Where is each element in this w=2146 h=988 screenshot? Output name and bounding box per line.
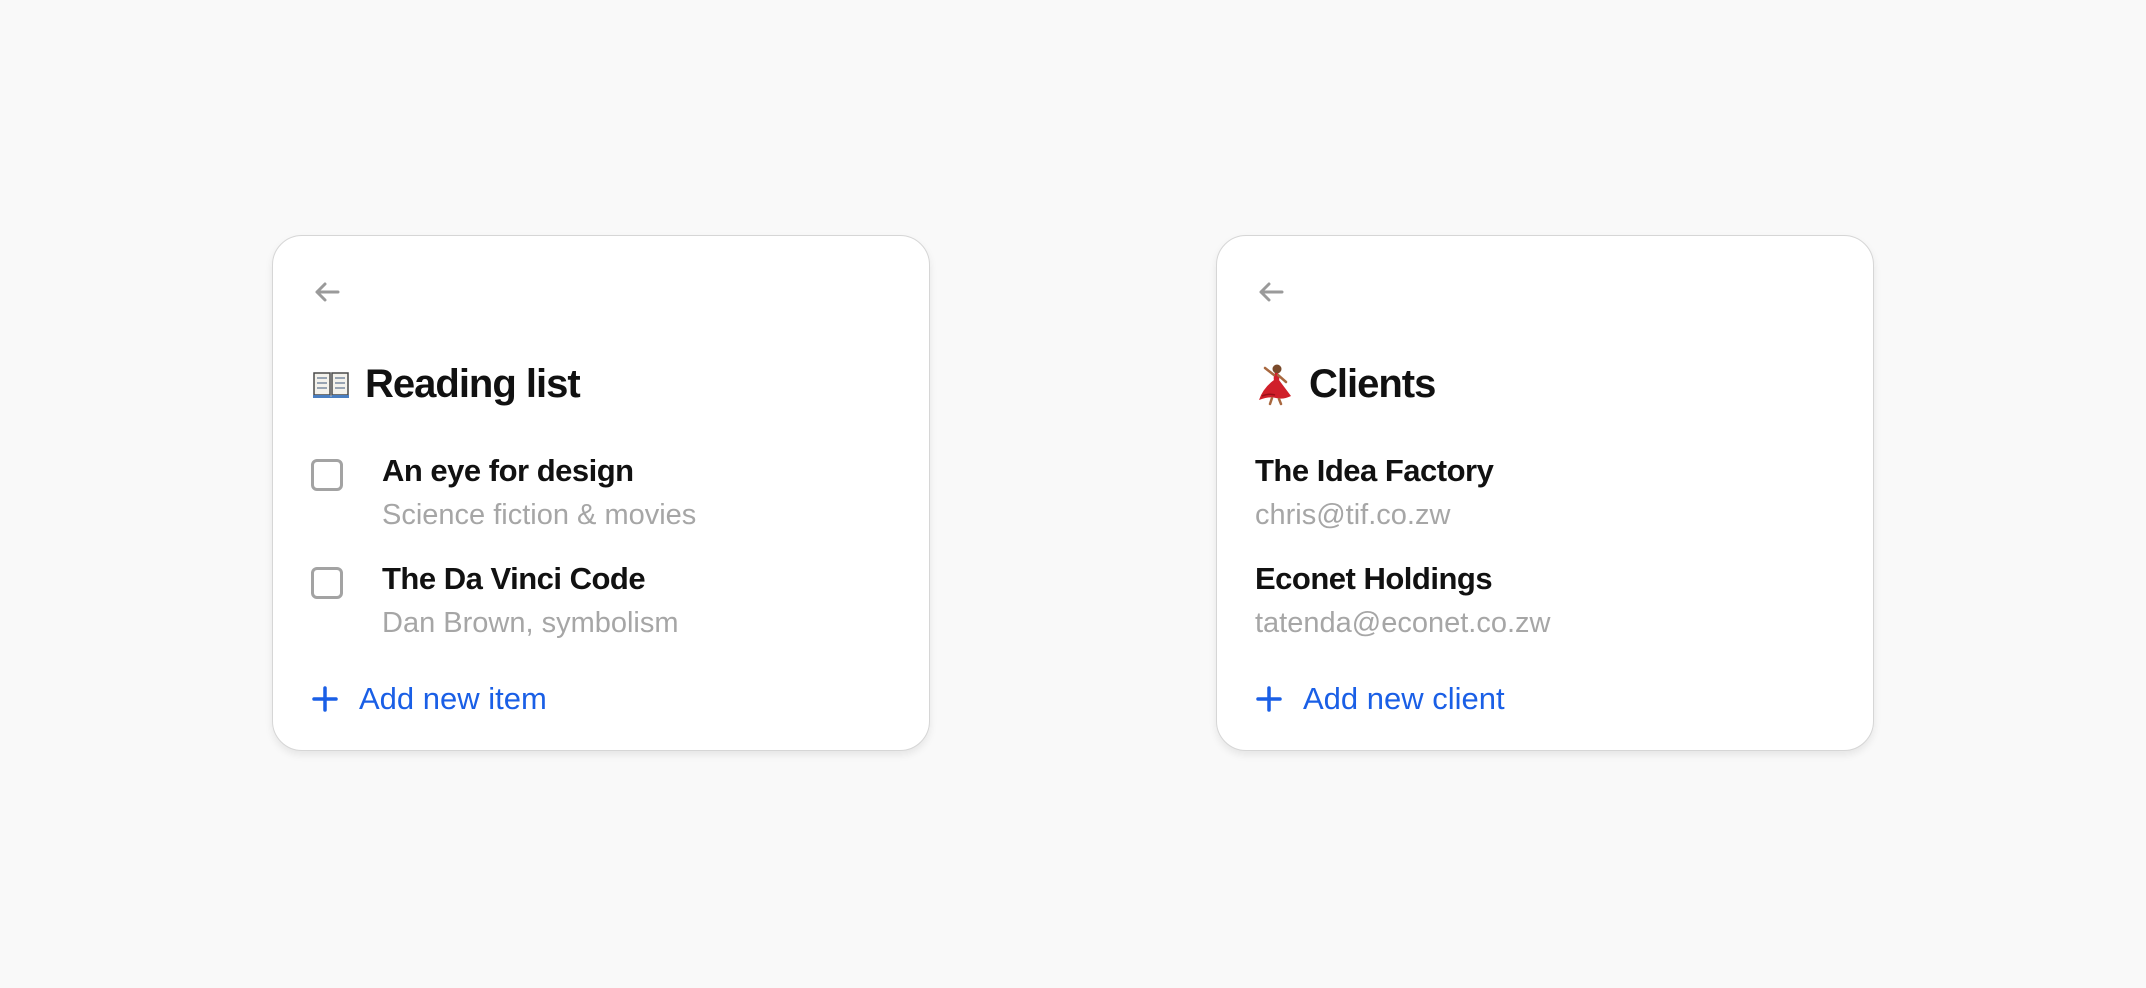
item-title: The Da Vinci Code xyxy=(382,561,646,596)
clients-card: Clients The Idea Factory chris@tif.co.zw… xyxy=(1216,235,1874,751)
plus-icon xyxy=(312,686,338,712)
item-checkbox[interactable] xyxy=(311,459,343,491)
item-title: An eye for design xyxy=(382,453,634,488)
back-arrow-icon[interactable] xyxy=(311,276,343,308)
client-name: The Idea Factory xyxy=(1255,453,1494,488)
add-client-label: Add new client xyxy=(1303,681,1505,716)
clients-header: Clients xyxy=(1255,354,1436,414)
client-name: Econet Holdings xyxy=(1255,561,1493,596)
item-subtitle: Dan Brown, symbolism xyxy=(382,607,679,639)
reading-list-header: Reading list xyxy=(311,354,581,414)
open-book-icon xyxy=(313,372,349,398)
reading-list-card: Reading list An eye for design Science f… xyxy=(272,235,930,751)
client-item: Econet Holdings tatenda@econet.co.zw xyxy=(1255,551,1835,641)
list-item: An eye for design Science fiction & movi… xyxy=(311,443,891,533)
back-arrow-icon[interactable] xyxy=(1255,276,1287,308)
plus-icon xyxy=(1256,686,1282,712)
client-email: chris@tif.co.zw xyxy=(1255,499,1451,531)
page-title: Clients xyxy=(1309,361,1436,406)
client-item: The Idea Factory chris@tif.co.zw xyxy=(1255,443,1835,533)
add-client-button[interactable]: Add new client xyxy=(1255,677,1505,721)
item-subtitle: Science fiction & movies xyxy=(382,499,697,531)
page-title: Reading list xyxy=(365,361,581,406)
add-item-label: Add new item xyxy=(359,681,547,716)
dancer-icon xyxy=(1259,364,1291,406)
list-item: The Da Vinci Code Dan Brown, symbolism xyxy=(311,551,891,641)
item-checkbox[interactable] xyxy=(311,567,343,599)
client-email: tatenda@econet.co.zw xyxy=(1255,607,1551,639)
add-item-button[interactable]: Add new item xyxy=(311,677,547,721)
